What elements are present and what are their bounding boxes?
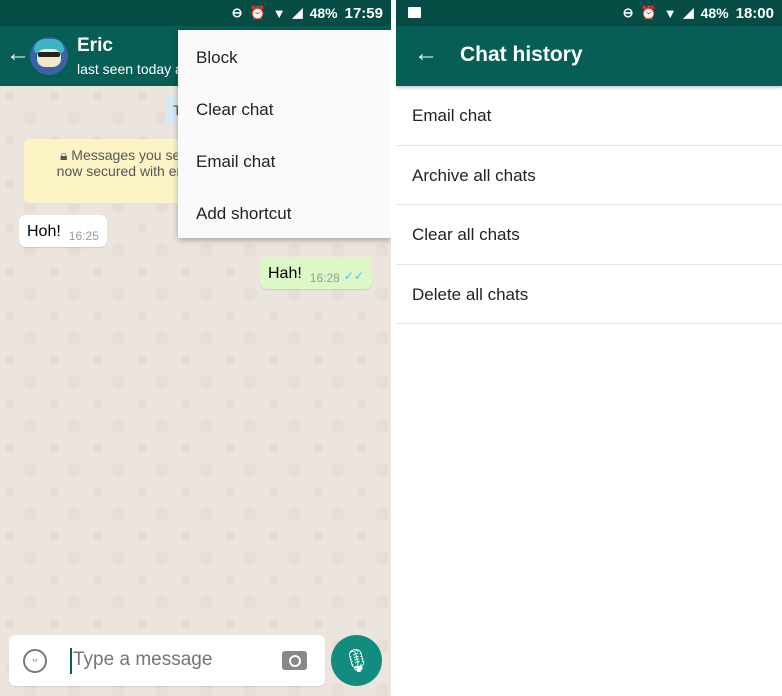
alarm-icon: ⏰ [640,5,657,20]
page-title: Chat history [460,43,583,66]
microphone-icon: 🎙︎ [342,648,371,673]
menu-item-email-chat[interactable]: Email chat [178,138,391,190]
arrow-left-icon[interactable]: ← [414,42,438,66]
emoji-icon[interactable]: ᵕ [23,649,47,673]
double-check-icon: ✓✓ [343,269,364,283]
outgoing-message[interactable]: Hah! 16:28 ✓✓ [260,257,372,289]
setting-email-chat[interactable]: Email chat [396,86,782,146]
menu-item-clear-chat[interactable]: Clear chat [178,86,391,138]
clock: 18:00 [735,4,774,22]
battery-level: 48% [700,5,729,21]
contact-name[interactable]: Eric [77,35,113,57]
arrow-left-icon[interactable]: ← [6,42,30,66]
camera-icon[interactable] [282,651,307,670]
wifi-icon: ▼ [272,5,286,21]
message-text: Hah! [268,265,302,282]
message-input[interactable] [73,649,273,671]
menu-item-add-shortcut[interactable]: Add shortcut [178,190,391,242]
signal-icon: ◢ [683,5,694,20]
setting-delete-all-chats[interactable]: Delete all chats [396,265,782,324]
message-text: Hoh! [27,223,61,240]
image-icon [408,7,421,18]
message-time: 16:28 [309,271,340,285]
setting-archive-all-chats[interactable]: Archive all chats [396,146,782,205]
status-bar: ⊖ ⏰ ▼ ◢ 48% 17:59 [0,0,391,26]
message-composer: ᵕ [9,635,325,686]
text-cursor [70,648,72,674]
setting-clear-all-chats[interactable]: Clear all chats [396,205,782,265]
alarm-icon: ⏰ [249,5,266,20]
signal-icon: ◢ [292,5,303,20]
last-seen: last seen today a [77,61,183,77]
clock: 17:59 [344,4,383,22]
do-not-disturb-icon: ⊖ [622,5,634,20]
battery-level: 48% [309,5,338,21]
do-not-disturb-icon: ⊖ [231,5,243,20]
microphone-button[interactable]: 🎙︎ [331,635,382,686]
message-time: 16:25 [68,229,99,243]
chat-screen: ⊖ ⏰ ▼ ◢ 48% 17:59 ← Eric last seen today… [0,0,391,696]
avatar[interactable] [30,37,68,75]
settings-list: Email chat Archive all chats Clear all c… [396,86,782,324]
incoming-message[interactable]: Hoh! 16:25 [19,215,107,247]
notice-line: Messages you sen [71,147,189,163]
settings-header: ← Chat history [396,26,782,86]
menu-item-block[interactable]: Block [178,34,391,86]
wifi-icon: ▼ [663,5,677,21]
lock-icon: 🔒︎ [59,147,68,163]
overflow-menu: Block Clear chat Email chat Add shortcut [178,30,391,238]
chat-history-screen: ⊖ ⏰ ▼ ◢ 48% 18:00 ← Chat history Email c… [396,0,782,696]
status-bar: ⊖ ⏰ ▼ ◢ 48% 18:00 [396,0,782,26]
